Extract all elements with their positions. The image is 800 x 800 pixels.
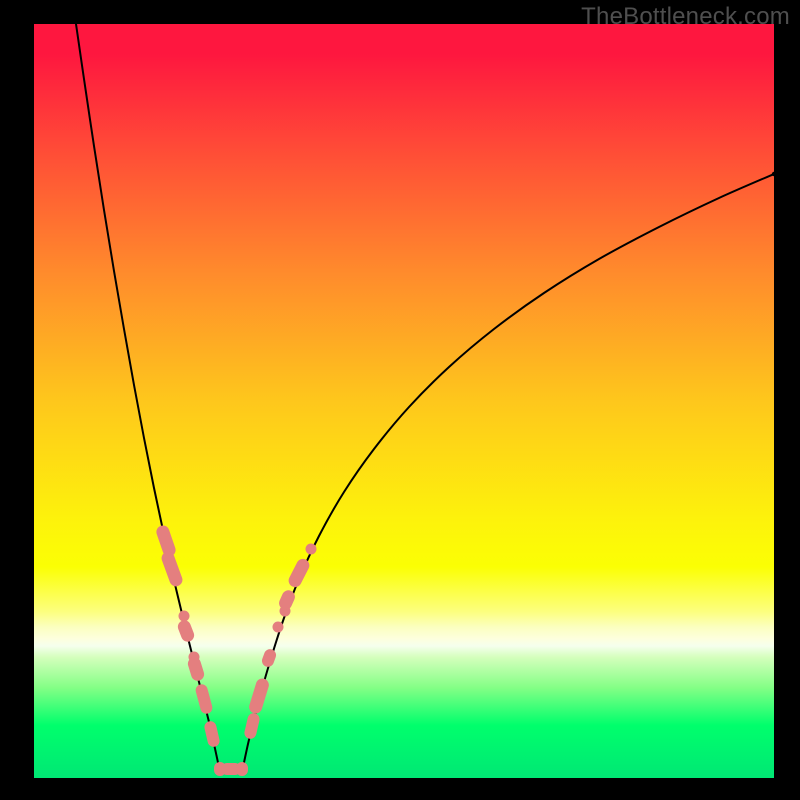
marker-right-6 <box>286 557 311 590</box>
marker-right-1 <box>248 677 271 715</box>
marker-left-7 <box>203 720 221 748</box>
marker-left-3 <box>176 618 196 643</box>
marker-left-2 <box>179 611 190 622</box>
chart-root: TheBottleneck.com <box>0 0 800 800</box>
curves-layer <box>34 24 774 778</box>
marker-right-0 <box>243 712 261 740</box>
marker-left-1 <box>160 550 185 588</box>
plot-area <box>34 24 774 778</box>
markers-left-branch <box>155 524 221 748</box>
marker-left-6 <box>194 683 213 715</box>
marker-right-3 <box>273 622 284 633</box>
markers-right-branch <box>243 544 316 741</box>
right-branch-curve <box>242 174 774 772</box>
markers-bottom <box>214 762 248 776</box>
watermark-label: TheBottleneck.com <box>581 3 790 31</box>
marker-right-7 <box>306 544 317 555</box>
marker-right-2 <box>260 647 277 668</box>
marker-bottom-2 <box>236 762 248 776</box>
